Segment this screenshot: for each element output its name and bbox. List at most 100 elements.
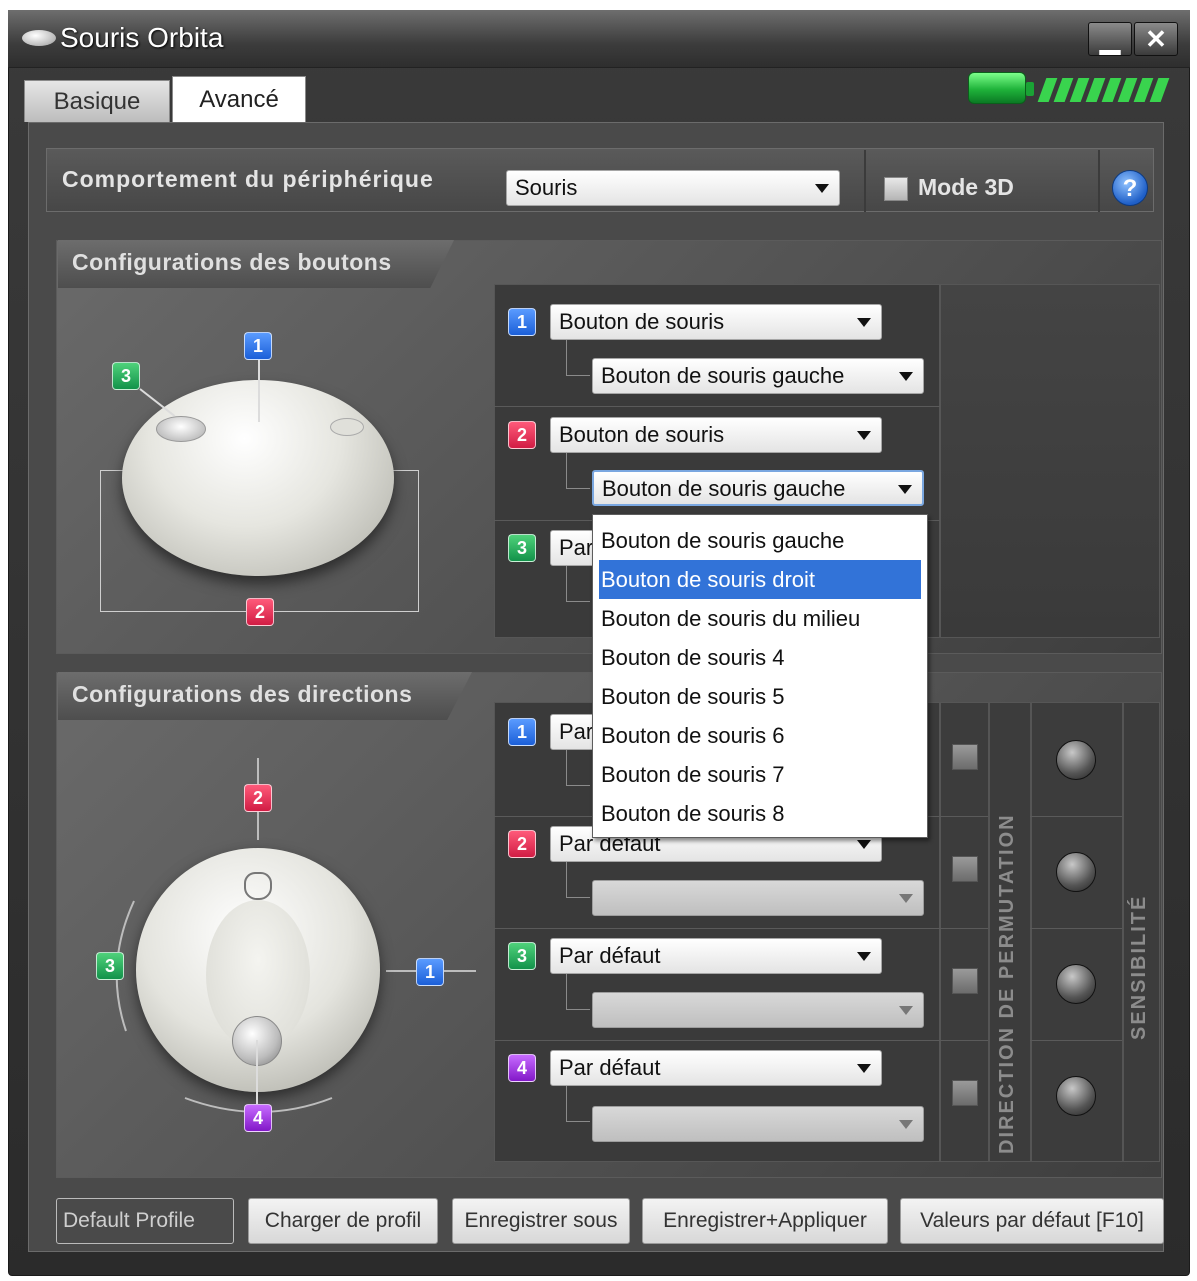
row-separator [494, 928, 940, 929]
title-bar[interactable]: Souris Orbita ▁ ✕ [8, 10, 1190, 68]
row-badge: 3 [508, 942, 536, 970]
mode3d-checkbox[interactable] [884, 177, 908, 201]
close-button[interactable]: ✕ [1134, 22, 1178, 56]
direction-4-sub-select[interactable] [592, 1106, 924, 1142]
chevron-down-icon [815, 184, 829, 193]
direction-2-sub-select[interactable] [592, 880, 924, 916]
sensitivity-dial-4[interactable] [1056, 1076, 1096, 1116]
load-profile-button[interactable]: Charger de profil [248, 1198, 438, 1244]
direction-4-action-select[interactable]: Par défaut [550, 1050, 882, 1086]
button-1-badge: 1 [244, 332, 272, 360]
save-apply-button[interactable]: Enregistrer+Appliquer [642, 1198, 888, 1244]
chevron-down-icon [857, 431, 871, 440]
guide-line [258, 360, 260, 422]
dropdown-option[interactable]: Bouton de souris 7 [593, 755, 927, 794]
row-separator [494, 1040, 940, 1041]
behavior-select-value: Souris [515, 175, 578, 200]
row-separator [1030, 1040, 1122, 1041]
select-value: Par défaut [559, 1055, 661, 1080]
tree-connector [566, 862, 590, 898]
row-badge: 1 [508, 308, 536, 336]
permutation-checkbox-2[interactable] [952, 856, 978, 882]
tree-connector [566, 566, 590, 602]
button-1-sub-select[interactable]: Bouton de souris gauche [592, 358, 924, 394]
button-2-action-select[interactable]: Bouton de souris [550, 417, 882, 453]
sensitivity-dial-3[interactable] [1056, 964, 1096, 1004]
save-as-button[interactable]: Enregistrer sous [452, 1198, 630, 1244]
button-2-badge: 2 [246, 598, 274, 626]
tree-connector [566, 750, 590, 786]
permutation-checkbox-4[interactable] [952, 1080, 978, 1106]
directions-section-title: Configurations des directions [58, 672, 472, 720]
tree-connector [566, 1086, 590, 1122]
triangle-icon [244, 872, 272, 900]
direction-3-action-select[interactable]: Par défaut [550, 938, 882, 974]
guide-line [100, 470, 101, 612]
tree-connector [566, 340, 590, 376]
row-separator [1030, 928, 1122, 929]
permutation-checkbox-1[interactable] [952, 744, 978, 770]
divider [1122, 702, 1124, 1162]
mouse-button-3-illustration [156, 416, 206, 442]
chevron-down-icon [857, 952, 871, 961]
dropdown-list[interactable]: Bouton de souris gauche Bouton de souris… [592, 514, 928, 838]
dropdown-option[interactable]: Bouton de souris 4 [593, 638, 927, 677]
select-value: Bouton de souris gauche [602, 476, 846, 501]
tab-basique[interactable]: Basique [24, 80, 170, 122]
row-badge: 2 [508, 830, 536, 858]
row-badge: 4 [508, 1054, 536, 1082]
window-title: Souris Orbita [60, 22, 224, 53]
chevron-down-icon [899, 1120, 913, 1129]
sensitivity-dial-1[interactable] [1056, 740, 1096, 780]
row-separator [940, 928, 988, 929]
direction-3-badge: 3 [96, 952, 124, 980]
buttons-list-side [940, 284, 1160, 638]
select-value: Bouton de souris [559, 422, 725, 447]
dropdown-option[interactable]: Bouton de souris du milieu [593, 599, 927, 638]
battery-level-bar [1037, 78, 1170, 102]
defaults-button[interactable]: Valeurs par défaut [F10] [900, 1198, 1164, 1244]
direction-4-badge: 4 [244, 1104, 272, 1132]
behavior-label: Comportement du périphérique [62, 166, 434, 192]
direction-2-badge: 2 [244, 784, 272, 812]
row-badge: 3 [508, 534, 536, 562]
button-1-action-select[interactable]: Bouton de souris [550, 304, 882, 340]
permutation-label: DIRECTION DE PERMUTATION [996, 813, 1018, 1154]
divider [1098, 150, 1100, 212]
mode3d-label: Mode 3D [918, 174, 1014, 200]
app-logo-icon [22, 30, 56, 46]
minimize-button[interactable]: ▁ [1088, 22, 1132, 56]
chevron-down-icon [898, 485, 912, 494]
divider [864, 150, 866, 212]
button-2-sub-select[interactable]: Bouton de souris gauche [592, 470, 924, 506]
chevron-down-icon [857, 318, 871, 327]
dropdown-option[interactable]: Bouton de souris 5 [593, 677, 927, 716]
row-separator [940, 1040, 988, 1041]
dropdown-option-selected[interactable]: Bouton de souris droit [599, 560, 921, 599]
buttons-section-title: Configurations des boutons [58, 240, 454, 288]
divider [988, 702, 990, 1162]
behavior-select[interactable]: Souris [506, 170, 840, 206]
mouse-button-1-illustration [330, 418, 364, 436]
direction-1-badge: 1 [416, 958, 444, 986]
tab-avance[interactable]: Avancé [172, 76, 306, 122]
chevron-down-icon [899, 372, 913, 381]
sensitivity-dial-2[interactable] [1056, 852, 1096, 892]
dropdown-option[interactable]: Bouton de souris gauche [593, 521, 927, 560]
guide-line [418, 470, 419, 612]
select-value: Bouton de souris gauche [601, 363, 845, 388]
profile-name-field[interactable]: Default Profile [56, 1198, 234, 1244]
help-icon[interactable]: ? [1112, 170, 1148, 206]
dropdown-option[interactable]: Bouton de souris 8 [593, 794, 927, 833]
chevron-down-icon [857, 840, 871, 849]
button-3-badge: 3 [112, 362, 140, 390]
direction-3-sub-select[interactable] [592, 992, 924, 1028]
row-separator [1030, 816, 1122, 817]
permutation-checkbox-3[interactable] [952, 968, 978, 994]
battery-icon [968, 72, 1026, 104]
row-separator [494, 406, 940, 407]
chevron-down-icon [899, 894, 913, 903]
battery-tip [1026, 82, 1034, 96]
dropdown-option[interactable]: Bouton de souris 6 [593, 716, 927, 755]
row-badge: 1 [508, 718, 536, 746]
